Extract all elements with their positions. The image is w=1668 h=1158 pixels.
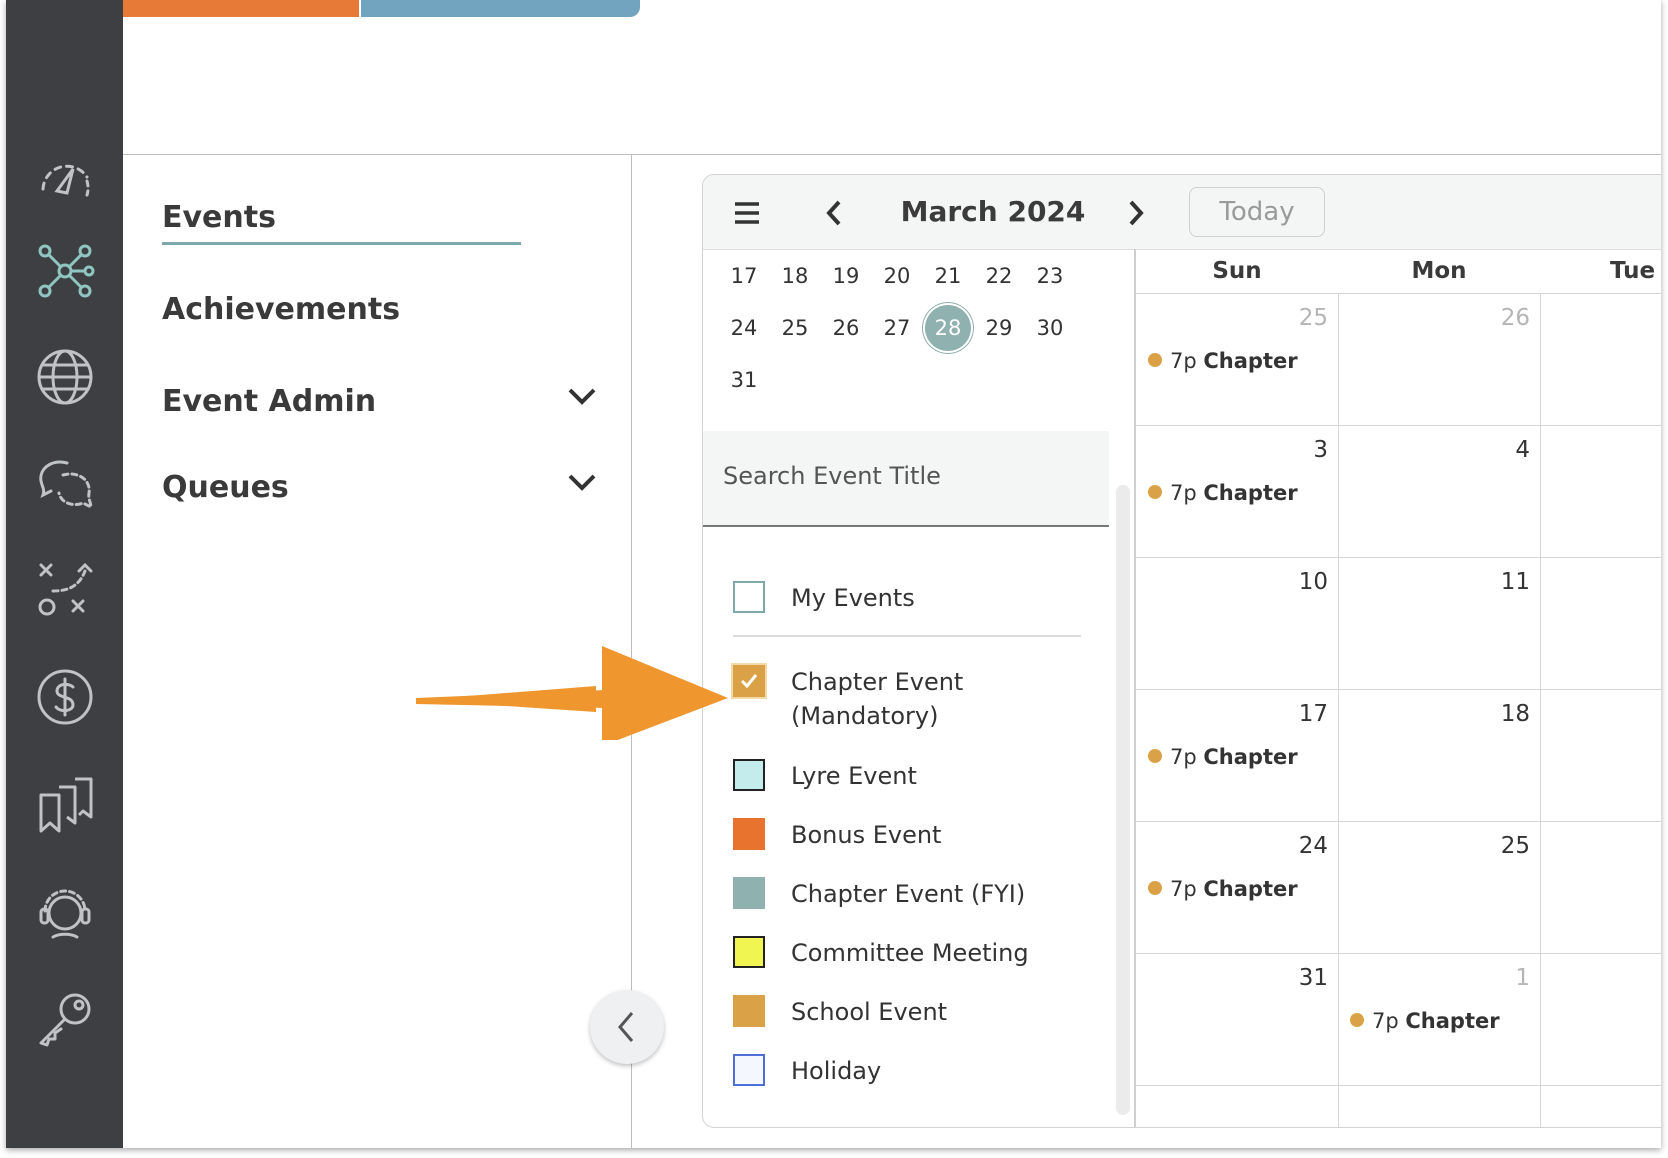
dashboard-gauge-icon[interactable]	[32, 148, 98, 214]
weekday-header: Mon	[1411, 258, 1467, 284]
color-swatch[interactable]	[733, 995, 765, 1027]
network-nodes-icon[interactable]	[32, 238, 98, 304]
mini-day[interactable]: 22	[976, 253, 1022, 299]
header-divider	[123, 154, 1661, 155]
support-headset-icon[interactable]	[32, 880, 98, 946]
day-number[interactable]: 25	[1288, 305, 1328, 331]
mini-day[interactable]: 20	[874, 253, 920, 299]
mini-calendar-week: 24 25 26 27 28 29 30	[703, 305, 1113, 355]
chevron-left-icon[interactable]	[819, 195, 849, 231]
day-number[interactable]: 4	[1490, 437, 1530, 463]
mini-day[interactable]: 27	[874, 305, 920, 351]
today-button[interactable]: Today	[1189, 187, 1325, 237]
day-number[interactable]: 18	[1490, 701, 1530, 727]
mini-day[interactable]: 19	[823, 253, 869, 299]
color-swatch[interactable]	[733, 818, 765, 850]
month-grid: Sun Mon Tue 25 26 7p Chapter 3 4 7p Chap…	[1134, 249, 1661, 1127]
check-icon	[740, 674, 758, 689]
nav-item-events[interactable]: Events	[162, 200, 276, 235]
day-number[interactable]: 24	[1288, 833, 1328, 859]
color-swatch[interactable]	[733, 1054, 765, 1086]
mini-day[interactable]: 21	[925, 253, 971, 299]
nav-active-underline	[162, 242, 521, 245]
event-dot	[1148, 881, 1162, 895]
mini-day[interactable]: 25	[772, 305, 818, 351]
filter-scrollbar[interactable]	[1116, 485, 1130, 1115]
event-dot	[1350, 1013, 1364, 1027]
annotation-arrow-icon	[416, 646, 728, 740]
weekday-header: Tue	[1610, 258, 1656, 284]
bookmarks-icon[interactable]	[32, 772, 98, 838]
day-number[interactable]: 17	[1288, 701, 1328, 727]
mini-day[interactable]: 29	[976, 305, 1022, 351]
mini-day[interactable]: 30	[1027, 305, 1073, 351]
mini-calendar-week: 31	[703, 357, 1113, 407]
mini-day[interactable]: 24	[721, 305, 767, 351]
day-number[interactable]: 3	[1288, 437, 1328, 463]
color-swatch[interactable]	[733, 877, 765, 909]
calendar-event[interactable]: 7p Chapter	[1148, 877, 1298, 901]
color-swatch[interactable]	[733, 936, 765, 968]
calendar-toolbar: March 2024 Today	[703, 175, 1661, 250]
day-number[interactable]: 1	[1490, 965, 1530, 991]
app-window: Events Achievements Event Admin Queues M…	[6, 0, 1661, 1148]
chevron-down-icon[interactable]	[562, 468, 602, 498]
collapse-nav-button[interactable]	[590, 990, 664, 1064]
event-search	[703, 431, 1109, 527]
chat-bubbles-icon[interactable]	[32, 450, 98, 516]
nav-item-event-admin[interactable]: Event Admin	[162, 384, 376, 419]
nav-item-queues[interactable]: Queues	[162, 470, 289, 505]
icon-sidebar	[6, 0, 123, 1148]
hamburger-menu-icon[interactable]	[731, 197, 763, 229]
nav-item-achievements[interactable]: Achievements	[162, 292, 400, 327]
chevron-right-icon[interactable]	[1121, 195, 1151, 231]
search-input[interactable]	[721, 453, 1095, 499]
color-swatch[interactable]	[733, 759, 765, 791]
strategy-play-icon[interactable]	[32, 556, 98, 622]
day-number[interactable]: 11	[1490, 569, 1530, 595]
chevron-left-icon	[618, 1012, 634, 1042]
calendar-panel: March 2024 Today 17 18 19 20 21 22 23 24…	[702, 174, 1661, 1128]
checkbox-checked[interactable]	[731, 663, 767, 699]
mini-day[interactable]: 18	[772, 253, 818, 299]
mini-day[interactable]: 31	[721, 357, 767, 403]
calendar-event[interactable]: 7p Chapter	[1350, 1009, 1500, 1033]
day-number[interactable]: 25	[1490, 833, 1530, 859]
month-title: March 2024	[900, 195, 1086, 228]
mini-day[interactable]: 26	[823, 305, 869, 351]
dollar-icon[interactable]	[32, 664, 98, 730]
top-accent-blue	[361, 0, 640, 17]
calendar-event[interactable]: 7p Chapter	[1148, 745, 1298, 769]
day-number[interactable]: 31	[1288, 965, 1328, 991]
day-number[interactable]: 10	[1288, 569, 1328, 595]
chevron-down-icon[interactable]	[562, 382, 602, 412]
mini-day[interactable]: 17	[721, 253, 767, 299]
event-dot	[1148, 749, 1162, 763]
mini-day-selected[interactable]: 28	[925, 305, 971, 351]
day-number[interactable]: 26	[1490, 305, 1530, 331]
event-dot	[1148, 485, 1162, 499]
weekday-header: Sun	[1212, 258, 1262, 284]
calendar-event[interactable]: 7p Chapter	[1148, 349, 1298, 373]
top-accent-orange	[123, 0, 359, 17]
calendar-event[interactable]: 7p Chapter	[1148, 481, 1298, 505]
checkbox[interactable]	[733, 581, 765, 613]
event-dot	[1148, 353, 1162, 367]
filter-divider	[733, 635, 1081, 637]
key-icon[interactable]	[32, 986, 98, 1052]
mini-calendar-week: 17 18 19 20 21 22 23	[703, 253, 1113, 303]
mini-day[interactable]: 23	[1027, 253, 1073, 299]
globe-icon[interactable]	[32, 344, 98, 410]
